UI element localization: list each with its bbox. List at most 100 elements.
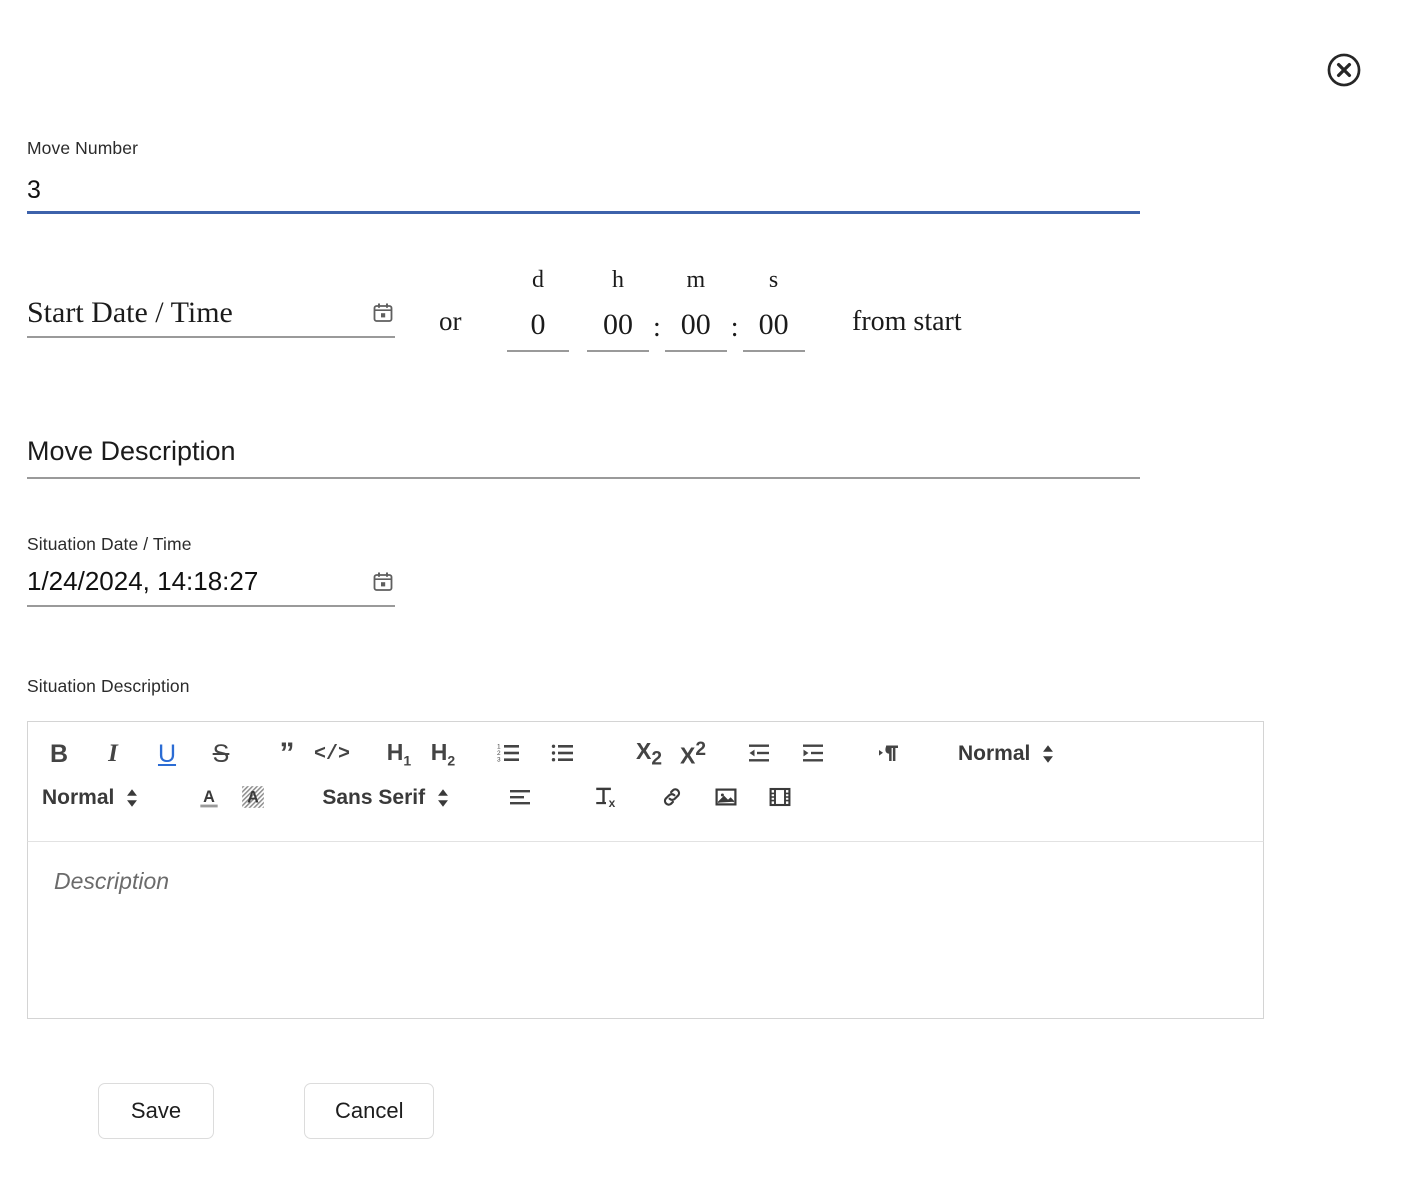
video-button[interactable] <box>763 779 797 817</box>
align-button[interactable] <box>503 779 537 817</box>
editor-placeholder: Description <box>54 868 169 894</box>
code-icon: </> <box>314 743 350 766</box>
editor-toolbar-row-2: Normal A <box>42 776 1249 820</box>
situation-datetime-group: Situation Date / Time <box>27 535 395 607</box>
svg-text:A: A <box>247 788 259 806</box>
duration-minutes-input[interactable] <box>665 308 727 352</box>
duration-hours-input[interactable] <box>587 308 649 352</box>
start-datetime-field[interactable]: Start Date / Time <box>27 298 395 338</box>
heading-2-button[interactable]: H2 <box>426 735 460 773</box>
italic-icon: I <box>108 740 118 768</box>
duration-group: d h : m : s <box>507 268 805 352</box>
close-circle-icon <box>1325 51 1363 89</box>
start-datetime-row: Start Date / Time or d h : <box>27 268 1207 358</box>
editor-toolbar: B I U S ” </> <box>27 721 1264 842</box>
subscript-icon: X2 <box>636 738 662 771</box>
image-button[interactable] <box>709 779 743 817</box>
ordered-list-icon: 1 2 3 <box>496 741 522 768</box>
strikethrough-icon: S <box>213 740 230 769</box>
duration-seconds-input[interactable] <box>743 308 805 352</box>
header-dropdown[interactable]: Normal <box>42 786 140 810</box>
link-button[interactable] <box>655 779 689 817</box>
blockquote-button[interactable]: ” <box>270 735 304 773</box>
size-dropdown[interactable]: Normal <box>958 742 1056 766</box>
superscript-icon: X2 <box>680 739 706 770</box>
duration-seconds-caption: s <box>769 268 778 292</box>
situation-datetime-input[interactable] <box>27 566 327 597</box>
superscript-button[interactable]: X2 <box>676 735 710 773</box>
editor-toolbar-row-1: B I U S ” </> <box>42 732 1249 776</box>
move-number-label: Move Number <box>27 139 1140 158</box>
svg-text:3: 3 <box>497 756 501 763</box>
chevron-updown-icon <box>435 787 451 809</box>
cancel-button[interactable]: Cancel <box>304 1083 434 1139</box>
subscript-button[interactable]: X2 <box>632 735 666 773</box>
from-start-label: from start <box>852 306 962 338</box>
underline-button[interactable]: U <box>150 735 184 773</box>
duration-seconds: s <box>743 268 805 352</box>
situation-description-label: Situation Description <box>27 677 190 696</box>
duration-minutes: m <box>665 268 727 352</box>
svg-text:A: A <box>203 787 215 805</box>
pilcrow-icon <box>876 741 902 768</box>
move-number-input[interactable] <box>27 172 1140 214</box>
start-datetime-placeholder: Start Date / Time <box>27 298 233 328</box>
indent-button[interactable] <box>796 735 830 773</box>
calendar-icon[interactable] <box>371 570 395 597</box>
align-icon <box>507 785 533 812</box>
duration-hours-caption: h <box>612 268 624 292</box>
link-icon <box>659 785 685 812</box>
heading-1-button[interactable]: H1 <box>382 735 416 773</box>
italic-button[interactable]: I <box>96 735 130 773</box>
editor-content-area[interactable]: Description <box>27 842 1264 1019</box>
situation-datetime-label: Situation Date / Time <box>27 535 395 554</box>
move-description-field <box>27 432 1140 479</box>
text-color-button[interactable]: A <box>192 779 226 817</box>
background-color-icon: A <box>240 784 266 813</box>
chevron-updown-icon <box>1040 743 1056 765</box>
font-dropdown[interactable]: Sans Serif <box>322 786 451 810</box>
duration-days: d <box>507 268 569 352</box>
text-direction-button[interactable] <box>872 735 906 773</box>
font-dropdown-value: Sans Serif <box>322 786 425 810</box>
duration-minutes-caption: m <box>686 268 705 292</box>
duration-days-caption: d <box>532 268 544 292</box>
calendar-icon[interactable] <box>371 301 395 328</box>
ordered-list-button[interactable]: 1 2 3 <box>492 735 526 773</box>
underline-icon: U <box>158 740 176 769</box>
clear-format-icon: x <box>592 784 620 813</box>
strikethrough-button[interactable]: S <box>204 735 238 773</box>
outdent-icon <box>746 741 772 768</box>
close-dialog-button[interactable] <box>1325 51 1363 89</box>
text-color-icon: A <box>196 784 222 813</box>
outdent-button[interactable] <box>742 735 776 773</box>
bold-button[interactable]: B <box>42 735 76 773</box>
indent-icon <box>800 741 826 768</box>
bullet-list-button[interactable] <box>546 735 580 773</box>
move-description-input[interactable] <box>27 432 1140 477</box>
chevron-updown-icon <box>124 787 140 809</box>
duration-separator-2: : <box>727 314 743 352</box>
duration-days-input[interactable] <box>507 308 569 352</box>
form-actions: Save Cancel <box>98 1083 434 1139</box>
background-color-button[interactable]: A <box>236 779 270 817</box>
code-block-button[interactable]: </> <box>314 735 350 773</box>
rich-text-editor: B I U S ” </> <box>27 721 1264 1019</box>
svg-text:x: x <box>609 795 616 809</box>
clear-format-button[interactable]: x <box>589 779 623 817</box>
h2-icon: H2 <box>431 739 455 769</box>
situation-datetime-field[interactable] <box>27 566 395 607</box>
image-icon <box>713 785 739 812</box>
duration-hours: h <box>587 268 649 352</box>
bold-icon: B <box>50 740 68 769</box>
h1-icon: H1 <box>387 739 411 769</box>
bullet-list-icon <box>550 741 576 768</box>
quote-icon: ” <box>280 745 295 763</box>
header-dropdown-value: Normal <box>42 786 114 810</box>
or-label: or <box>439 306 462 337</box>
video-icon <box>767 785 793 812</box>
save-button[interactable]: Save <box>98 1083 214 1139</box>
duration-separator-1: : <box>649 314 665 352</box>
size-dropdown-value: Normal <box>958 742 1030 766</box>
move-number-field-group: Move Number <box>27 139 1140 214</box>
